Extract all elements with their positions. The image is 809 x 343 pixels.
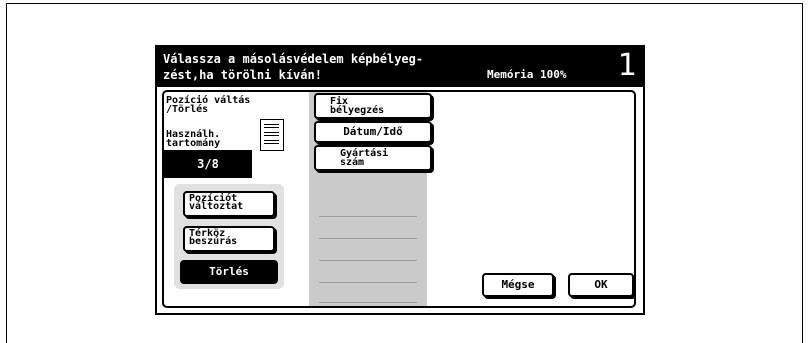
insert-space-button[interactable]: Térköz beszúrás bbox=[183, 226, 275, 252]
memory-indicator: Memória 100% bbox=[487, 68, 567, 81]
list-divider bbox=[319, 238, 417, 239]
list-divider bbox=[319, 260, 417, 261]
position-change-delete-title: Pozíció váltás /Törlés bbox=[166, 95, 251, 115]
content-area: Pozíció váltás /Törlés Használh. tartomá… bbox=[162, 90, 636, 308]
action-button-group: Pozíciót változtat Térköz beszúrás Törlé… bbox=[174, 184, 284, 289]
range-counter: 3/8 bbox=[164, 150, 252, 178]
list-divider bbox=[319, 216, 417, 217]
delete-button[interactable]: Törlés bbox=[180, 260, 278, 284]
message-header: Válassza a másolásvédelem képbélyeg- zés… bbox=[157, 47, 643, 87]
cancel-button[interactable]: Mégse bbox=[482, 273, 554, 297]
available-range-label: Használh. tartomány bbox=[166, 129, 221, 149]
serial-number-option[interactable]: Gyártási szám bbox=[314, 145, 432, 171]
instruction-message: Válassza a másolásvédelem képbélyeg- zés… bbox=[163, 52, 424, 82]
fixed-stamp-option[interactable]: Fix bélyegzés bbox=[314, 93, 432, 119]
move-position-button[interactable]: Pozíciót változtat bbox=[183, 191, 275, 217]
list-divider bbox=[319, 282, 417, 283]
ok-button[interactable]: OK bbox=[568, 273, 634, 297]
job-number: 1 bbox=[617, 48, 637, 83]
page-layout-icon bbox=[260, 119, 284, 151]
list-divider bbox=[319, 302, 417, 303]
copy-protection-panel: Válassza a másolásvédelem képbélyeg- zés… bbox=[155, 45, 645, 315]
date-time-option[interactable]: Dátum/Idő bbox=[314, 121, 432, 143]
